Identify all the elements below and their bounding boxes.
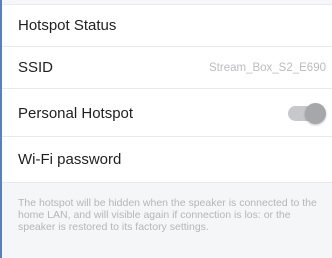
ssid-value: Stream_Box_S2_E690	[209, 62, 326, 74]
hotspot-status-label: Hotspot Status	[18, 17, 117, 34]
wifi-password-row[interactable]: Wi-Fi password	[2, 137, 332, 183]
hotspot-status-row[interactable]: Hotspot Status	[2, 5, 332, 47]
personal-hotspot-toggle[interactable]	[288, 103, 326, 124]
hotspot-note-text: The hotspot will be hidden when the spea…	[18, 197, 317, 233]
ssid-row[interactable]: SSID Stream_Box_S2_E690	[2, 47, 332, 89]
personal-hotspot-label: Personal Hotspot	[18, 105, 134, 122]
toggle-knob	[305, 103, 326, 124]
hotspot-note-panel: The hotspot will be hidden when the spea…	[2, 183, 332, 258]
wifi-password-label: Wi-Fi password	[18, 151, 122, 168]
ssid-label: SSID	[18, 59, 54, 76]
hotspot-settings-screen: Hotspot Status SSID Stream_Box_S2_E690 P…	[0, 0, 332, 258]
personal-hotspot-row: Personal Hotspot	[2, 89, 332, 137]
